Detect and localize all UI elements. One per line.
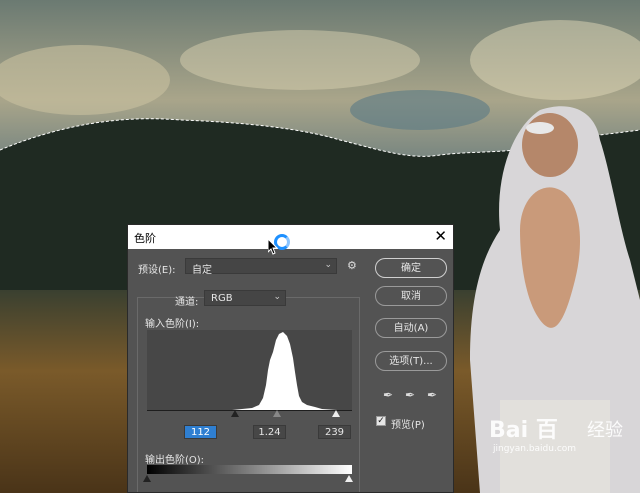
output-gradient [147, 465, 352, 474]
close-icon[interactable]: ✕ [434, 227, 447, 245]
cancel-button[interactable]: 取消 [375, 286, 447, 306]
white-point-handle[interactable] [332, 410, 340, 417]
auto-button[interactable]: 自动(A) [375, 318, 447, 338]
levels-dialog: 色阶 ✕ 预设(E): 自定 ⌄ ⚙ 通道: RGB ⌄ 输入色阶(I): 11… [127, 224, 454, 493]
sunglasses [526, 122, 554, 134]
input-black-field[interactable]: 112 [184, 425, 217, 439]
black-point-handle[interactable] [231, 410, 239, 417]
gamma-handle[interactable] [273, 410, 281, 417]
watermark-url: jingyan.baidu.com [493, 444, 577, 454]
ok-button[interactable]: 确定 [375, 258, 447, 278]
histogram [147, 330, 352, 411]
baidu-watermark: Bai 百 经验 jingyan.baidu.com [489, 412, 639, 482]
input-levels-label: 输入色阶(I): [145, 319, 200, 330]
channel-value: RGB [211, 293, 233, 304]
preview-label: 预览(P) [391, 420, 425, 431]
preset-label: 预设(E): [138, 265, 176, 276]
output-white-handle[interactable] [345, 475, 353, 482]
watermark-logo: Bai 百 [489, 418, 558, 443]
preset-select[interactable]: 自定 ⌄ [185, 258, 337, 276]
input-slider[interactable] [147, 410, 352, 418]
dialog-title: 色阶 [134, 232, 156, 245]
channel-label: 通道: [175, 297, 199, 308]
chevron-down-icon: ⌄ [273, 292, 281, 302]
preset-value: 自定 [192, 265, 212, 276]
gray-eyedropper-icon[interactable]: ✒ [405, 388, 415, 402]
dialog-titlebar[interactable]: 色阶 ✕ [128, 225, 453, 255]
histogram-graph [147, 332, 352, 410]
white-eyedropper-icon[interactable]: ✒ [427, 388, 437, 402]
options-button[interactable]: 选项(T)... [375, 351, 447, 371]
input-gamma-field[interactable]: 1.24 [253, 425, 286, 439]
output-black-handle[interactable] [143, 475, 151, 482]
chevron-down-icon: ⌄ [324, 260, 332, 270]
preview-checkbox[interactable]: ✓ [376, 416, 386, 426]
gear-icon[interactable]: ⚙ [347, 259, 357, 272]
mouse-cursor-icon [268, 239, 278, 255]
person-face [522, 113, 578, 177]
channel-select[interactable]: RGB ⌄ [204, 290, 286, 306]
watermark-text: 经验 [587, 420, 623, 441]
black-eyedropper-icon[interactable]: ✒ [383, 388, 393, 402]
input-white-field[interactable]: 239 [318, 425, 351, 439]
output-levels-label: 输出色阶(O): [145, 455, 205, 466]
